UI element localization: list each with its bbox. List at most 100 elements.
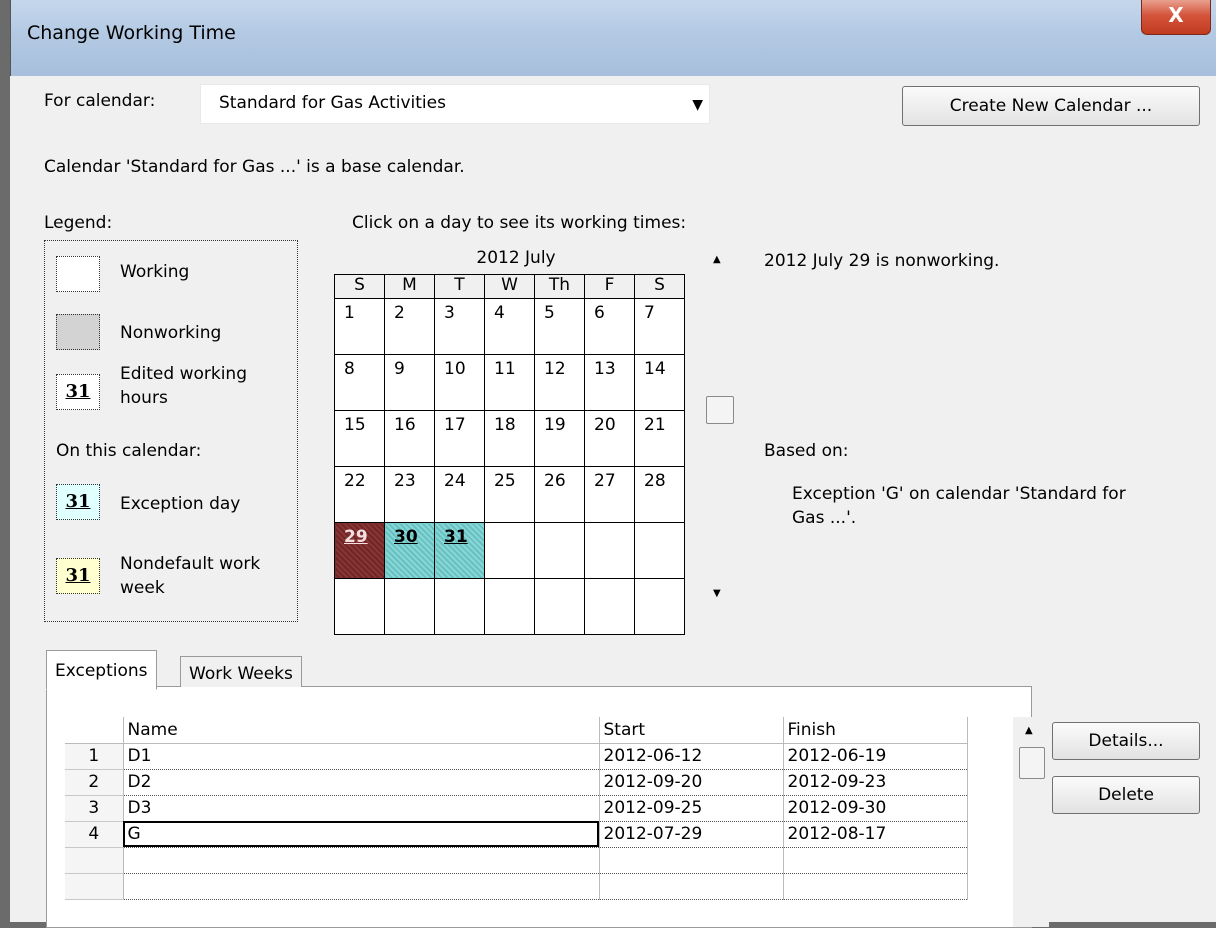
calendar-day[interactable]	[534, 578, 585, 635]
base-calendar-note: Calendar 'Standard for Gas ...' is a bas…	[44, 157, 465, 177]
day-header: Th	[534, 274, 585, 299]
cell-start[interactable]	[599, 873, 784, 900]
cell-num: 3	[65, 795, 124, 822]
calendar-select[interactable]: Standard for Gas Activities ▼	[200, 84, 710, 124]
table-row[interactable]: 1 D1 2012-06-12 2012-06-19	[65, 743, 968, 770]
close-button[interactable]: X	[1141, 0, 1211, 35]
legend-nondefault-line1: Nondefault work	[120, 554, 261, 574]
calendar-day[interactable]	[484, 578, 535, 635]
calendar-day[interactable]: 20	[584, 410, 635, 467]
column-header-finish[interactable]: Finish	[783, 717, 968, 744]
calendar-day[interactable]: 13	[584, 354, 635, 411]
calendar-day[interactable]: 10	[434, 354, 485, 411]
calendar-day[interactable]: 16	[384, 410, 435, 467]
calendar-day[interactable]: 15	[334, 410, 385, 467]
grid-scroll-up-icon[interactable]: ▲	[1025, 725, 1033, 736]
calendar-day[interactable]: 8	[334, 354, 385, 411]
calendar-day[interactable]: 1	[334, 298, 385, 355]
calendar-day[interactable]	[634, 522, 685, 579]
table-row[interactable]	[65, 873, 968, 900]
cell-start[interactable]: 2012-07-29	[599, 821, 784, 848]
edited-hours-swatch: 31	[56, 374, 100, 410]
cell-name[interactable]	[123, 873, 600, 900]
day-header: T	[434, 274, 485, 299]
column-header-num[interactable]	[65, 717, 124, 744]
calendar-day[interactable]: 27	[584, 466, 635, 523]
calendar-day[interactable]: 30	[384, 522, 435, 579]
cell-num: 1	[65, 743, 124, 770]
calendar-day[interactable]: 4	[484, 298, 535, 355]
cell-name[interactable]: D3	[123, 795, 600, 822]
cell-finish[interactable]: 2012-06-19	[783, 743, 968, 770]
calendar-day[interactable]	[634, 578, 685, 635]
cell-finish[interactable]	[783, 873, 968, 900]
calendar-day[interactable]: 25	[484, 466, 535, 523]
calendar-day[interactable]: 3	[434, 298, 485, 355]
table-row[interactable]	[65, 847, 968, 874]
cell-start[interactable]: 2012-09-25	[599, 795, 784, 822]
calendar-day[interactable]: 5	[534, 298, 585, 355]
calendar-scroll-thumb[interactable]	[706, 396, 734, 424]
scroll-up-icon[interactable]: ▲	[713, 254, 721, 265]
delete-button[interactable]: Delete	[1052, 776, 1200, 814]
table-row[interactable]: 2 D2 2012-09-20 2012-09-23	[65, 769, 968, 796]
column-header-start[interactable]: Start	[599, 717, 784, 744]
calendar-day[interactable]	[384, 578, 435, 635]
tab-work-weeks[interactable]: Work Weeks	[180, 656, 302, 687]
calendar-day[interactable]	[484, 522, 535, 579]
cell-finish[interactable]: 2012-09-23	[783, 769, 968, 796]
month-title: 2012 July	[476, 248, 556, 268]
calendar-grid: S M T W Th F S 1 2 3 4 5 6 7 8 9 10 11 12 13 14 15 16 17 18 19 20…	[334, 274, 685, 635]
calendar-select-value: Standard for Gas Activities	[219, 93, 446, 113]
calendar-day[interactable]: 17	[434, 410, 485, 467]
calendar-day[interactable]: 11	[484, 354, 535, 411]
create-new-calendar-button[interactable]: Create New Calendar ...	[902, 86, 1200, 126]
cell-start[interactable]	[599, 847, 784, 874]
calendar-day[interactable]: 19	[534, 410, 585, 467]
cell-name[interactable]: G	[123, 821, 600, 848]
scroll-down-icon[interactable]: ▼	[713, 588, 721, 599]
cell-name[interactable]: D2	[123, 769, 600, 796]
tab-exceptions[interactable]: Exceptions	[46, 650, 157, 690]
calendar-day[interactable]: 29	[334, 522, 385, 579]
chevron-down-icon[interactable]: ▼	[692, 97, 703, 113]
calendar-day[interactable]: 7	[634, 298, 685, 355]
cell-name[interactable]	[123, 847, 600, 874]
calendar-day[interactable]: 21	[634, 410, 685, 467]
cell-finish[interactable]	[783, 847, 968, 874]
calendar-day[interactable]: 26	[534, 466, 585, 523]
table-row[interactable]: 4 G 2012-07-29 2012-08-17	[65, 821, 968, 848]
cell-finish[interactable]: 2012-08-17	[783, 821, 968, 848]
calendar-day[interactable]	[584, 522, 635, 579]
calendar-day[interactable]: 9	[384, 354, 435, 411]
calendar-day[interactable]: 24	[434, 466, 485, 523]
cell-finish[interactable]: 2012-09-30	[783, 795, 968, 822]
calendar-scrollbar[interactable]: ▲ ▼	[704, 244, 734, 608]
calendar-day[interactable]: 31	[434, 522, 485, 579]
cell-start[interactable]: 2012-06-12	[599, 743, 784, 770]
based-on-line1: Exception 'G' on calendar 'Standard for	[792, 484, 1126, 504]
calendar-day[interactable]: 22	[334, 466, 385, 523]
exceptions-scroll-thumb[interactable]	[1019, 747, 1045, 779]
calendar-day[interactable]	[534, 522, 585, 579]
column-header-name[interactable]: Name	[123, 717, 600, 744]
calendar-day[interactable]: 18	[484, 410, 535, 467]
legend-working: Working	[120, 262, 190, 282]
for-calendar-label: For calendar:	[44, 91, 156, 111]
cell-name[interactable]: D1	[123, 743, 600, 770]
calendar-day[interactable]: 28	[634, 466, 685, 523]
details-button[interactable]: Details...	[1052, 722, 1200, 760]
calendar-day[interactable]: 2	[384, 298, 435, 355]
calendar-day[interactable]: 6	[584, 298, 635, 355]
calendar-day[interactable]	[584, 578, 635, 635]
exceptions-scrollbar[interactable]: ▲	[1013, 717, 1049, 927]
table-row[interactable]: 3 D3 2012-09-25 2012-09-30	[65, 795, 968, 822]
calendar-day[interactable]: 23	[384, 466, 435, 523]
calendar-day[interactable]: 14	[634, 354, 685, 411]
title-bar[interactable]: Change Working Time X	[11, 0, 1216, 76]
calendar-day[interactable]: 12	[534, 354, 585, 411]
calendar-day[interactable]	[334, 578, 385, 635]
legend-edited-line2: hours	[120, 388, 168, 408]
calendar-day[interactable]	[434, 578, 485, 635]
cell-start[interactable]: 2012-09-20	[599, 769, 784, 796]
